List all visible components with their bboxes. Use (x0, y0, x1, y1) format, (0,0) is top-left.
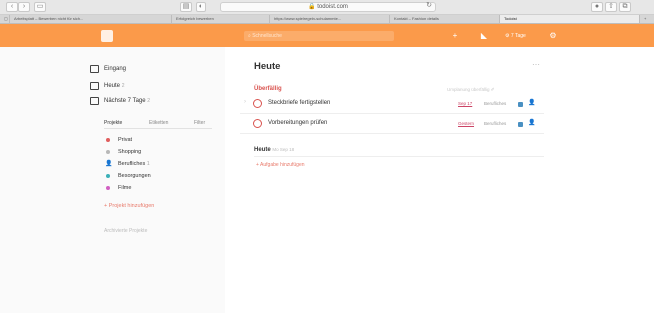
archived-projects-link[interactable]: Archivierte Projekte (104, 225, 147, 237)
task-checkbox[interactable] (253, 99, 262, 108)
project-color-dot (106, 138, 110, 142)
reader-icon[interactable]: ▤ (180, 2, 192, 12)
karma-label: 7 Tage (510, 33, 526, 39)
sidebar-item-next-7-days[interactable]: Nächste 7 Tage 2 (104, 95, 150, 107)
address-bar[interactable]: 🔒 todoist.com (220, 2, 436, 12)
reschedule-label: Umplanung überfällig (447, 87, 490, 92)
new-tab-button[interactable]: + (640, 15, 654, 23)
project-color-square (518, 102, 523, 107)
task-due-date[interactable]: Sep 17 (458, 100, 472, 108)
divider (254, 156, 544, 157)
tab-todoist[interactable]: Todoist (500, 15, 640, 23)
settings-gear-icon[interactable]: ⚙ (548, 31, 558, 41)
sidebar-toggle-icon[interactable]: ▭ (34, 2, 46, 12)
project-count: 1 (146, 161, 150, 167)
quick-search-input[interactable]: ⌕ Schnellsuche (244, 31, 394, 41)
reschedule-icon: ✐ (490, 87, 495, 92)
project-color-dot (106, 174, 110, 178)
add-project-button[interactable]: + Projekt hinzufügen (104, 200, 154, 212)
sidebar-item-label: Eingang (104, 66, 127, 72)
productivity-icon[interactable]: ◣ (479, 31, 489, 41)
project-item[interactable]: Shopping (118, 146, 141, 158)
project-label: Berufliches (118, 161, 146, 167)
project-item[interactable]: Berufliches 1 (118, 158, 150, 170)
search-placeholder: Schnellsuche (252, 33, 282, 39)
tab-3[interactable]: https://www.spielregeln-schulammte... (270, 15, 390, 23)
tab-2[interactable]: Erfolgreich bewerben (172, 15, 270, 23)
back-button[interactable]: ‹ (6, 2, 18, 12)
tabs-overview-icon[interactable]: ⧉ (619, 2, 631, 12)
sidebar-item-inbox[interactable]: Eingang (104, 63, 126, 75)
project-item[interactable]: Filme (118, 182, 131, 194)
tab-1[interactable]: Arbeitsplatt – Bewerben nicht für sich..… (10, 15, 172, 23)
task-checkbox[interactable] (253, 119, 262, 128)
add-project-label: Projekt hinzufügen (108, 203, 155, 209)
sidebar-item-today[interactable]: Heute 2 (104, 80, 124, 92)
download-icon[interactable]: ● (591, 2, 603, 12)
karma-indicator[interactable]: ⚙ 7 Tage (505, 31, 533, 41)
tab-4[interactable]: Kontakt – Fashion details (390, 15, 500, 23)
assignee-icon[interactable]: 👤 (528, 99, 535, 106)
assignee-icon[interactable]: 👤 (528, 119, 535, 126)
add-task-plus-icon[interactable]: + (450, 31, 460, 41)
task-title[interactable]: Steckbriefe fertigstellen (268, 97, 330, 109)
sidebar-item-count: 2 (147, 98, 151, 104)
privacy-icon[interactable]: ◐ (196, 2, 206, 12)
sidebar-item-label: Heute (104, 83, 121, 89)
tab-projects[interactable]: Projekte (104, 118, 122, 128)
todoist-logo-icon[interactable] (101, 30, 113, 42)
calendar-today-icon (90, 82, 99, 90)
calendar-week-icon (90, 97, 99, 105)
person-icon: 👤 (105, 161, 113, 167)
today-date: Mo Sep 18 (272, 147, 295, 152)
tab-filters[interactable]: Filter (194, 118, 205, 128)
add-task-button[interactable]: + Aufgabe hinzufügen (256, 160, 305, 170)
tab-labels[interactable]: Etiketten (149, 118, 168, 128)
task-due-date[interactable]: Gestern (458, 120, 474, 128)
reload-icon[interactable]: ↻ (424, 2, 434, 12)
project-color-dot (106, 186, 110, 190)
project-color-dot (106, 150, 110, 154)
share-icon[interactable]: ⇧ (605, 2, 617, 12)
today-title: Heute (254, 147, 271, 153)
page-title: Heute (254, 61, 281, 72)
project-color-square (518, 122, 523, 127)
more-options-icon[interactable]: ⋯ (532, 60, 540, 69)
tab-grid-icon[interactable]: ▢ (0, 15, 10, 23)
forward-button[interactable]: › (18, 2, 30, 12)
sidebar-item-label: Nächste 7 Tage (104, 98, 146, 104)
drag-handle-icon[interactable]: › (244, 99, 246, 105)
add-task-label: Aufgabe hinzufügen (260, 162, 305, 168)
project-item[interactable]: Besorgungen (118, 170, 151, 182)
project-item[interactable]: Privat (118, 134, 132, 146)
url-text: todoist.com (317, 4, 348, 10)
task-row[interactable]: › Steckbriefe fertigstellen Sep 17 Beruf… (240, 95, 544, 114)
task-title[interactable]: Vorbereitungen prüfen (268, 117, 327, 129)
today-heading: Heute Mo Sep 18 (254, 145, 294, 155)
overdue-heading: Überfällig (254, 86, 282, 92)
sidebar-item-count: 2 (121, 83, 125, 89)
task-project: Berufliches (484, 121, 507, 126)
reschedule-overdue-link[interactable]: Umplanung überfällig ✐ (447, 85, 495, 95)
task-row[interactable]: Vorbereitungen prüfen Gestern Berufliche… (240, 115, 544, 134)
task-project: Berufliches (484, 101, 507, 106)
inbox-icon (90, 65, 99, 73)
